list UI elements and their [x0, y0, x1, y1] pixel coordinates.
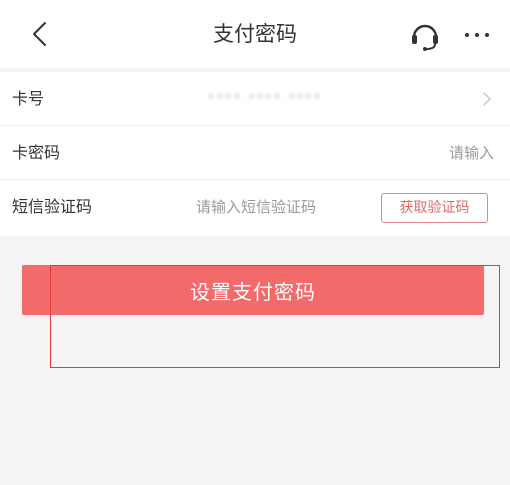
- customer-service-button[interactable]: [410, 20, 440, 52]
- chevron-left-icon: [33, 22, 46, 46]
- card-password-label: 卡密码: [12, 143, 61, 162]
- chevron-right-icon[interactable]: [480, 92, 494, 106]
- sms-code-label: 短信验证码: [12, 197, 93, 216]
- card-number-label: 卡号: [12, 89, 45, 108]
- top-nav-bar: 支付密码: [0, 0, 510, 68]
- sms-code-input[interactable]: [196, 192, 372, 222]
- card-password-input[interactable]: [300, 138, 494, 168]
- set-payment-password-button[interactable]: 设置支付密码: [22, 265, 484, 315]
- card-password-row: 卡密码: [0, 126, 510, 180]
- card-number-value: **** **** ****: [208, 92, 323, 107]
- sms-code-row: 短信验证码 获取验证码: [0, 180, 510, 236]
- back-button[interactable]: [26, 20, 54, 48]
- get-sms-code-button[interactable]: 获取验证码: [381, 193, 488, 223]
- payment-password-form: 卡号 **** **** **** 卡密码 短信验证码 获取验证码: [0, 72, 510, 236]
- more-options-button[interactable]: [462, 24, 492, 46]
- headset-icon: [412, 24, 438, 51]
- card-number-row[interactable]: 卡号 **** **** ****: [0, 72, 510, 126]
